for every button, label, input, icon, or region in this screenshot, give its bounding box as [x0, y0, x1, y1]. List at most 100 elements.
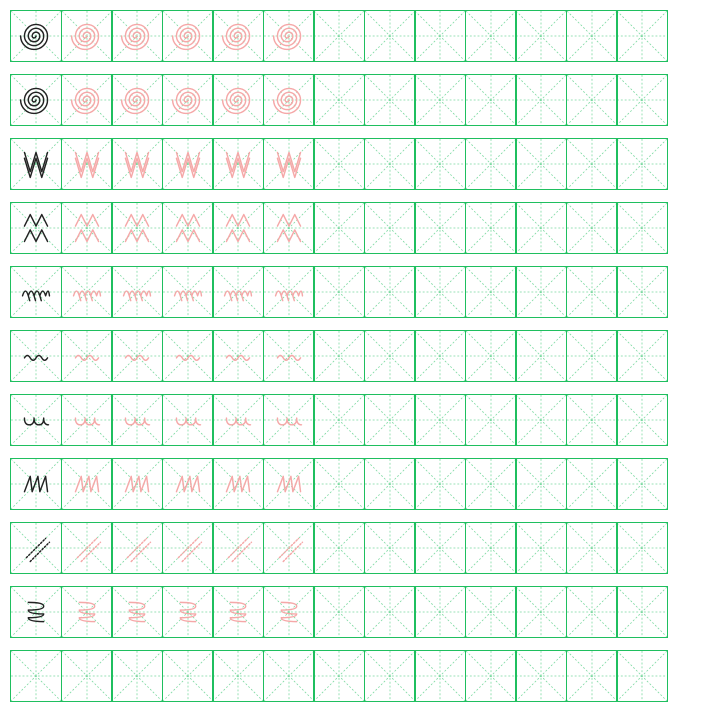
practice-cell — [566, 522, 618, 574]
practice-cell — [616, 266, 668, 318]
practice-cell — [364, 650, 416, 702]
practice-cell — [313, 138, 365, 190]
practice-cell — [111, 74, 163, 126]
practice-cell — [616, 522, 668, 574]
practice-cell — [61, 202, 113, 254]
practice-cell — [263, 394, 315, 446]
practice-cell — [212, 522, 264, 574]
practice-cell — [566, 394, 618, 446]
practice-cell — [465, 586, 517, 638]
practice-row — [10, 650, 700, 702]
practice-cell — [212, 74, 264, 126]
practice-cell — [364, 330, 416, 382]
practice-cell — [364, 586, 416, 638]
practice-cell — [465, 202, 517, 254]
practice-row — [10, 522, 700, 574]
practice-row — [10, 458, 700, 510]
practice-cell — [566, 650, 618, 702]
practice-cell — [263, 202, 315, 254]
practice-cell — [465, 458, 517, 510]
practice-cell — [10, 266, 62, 318]
practice-cell — [465, 138, 517, 190]
practice-cell — [566, 10, 618, 62]
practice-cell — [263, 330, 315, 382]
handwriting-worksheet — [10, 10, 700, 702]
practice-cell — [162, 138, 214, 190]
practice-cell — [313, 330, 365, 382]
practice-cell — [263, 522, 315, 574]
practice-cell — [61, 10, 113, 62]
practice-cell — [465, 266, 517, 318]
practice-cell — [263, 10, 315, 62]
practice-cell — [162, 202, 214, 254]
practice-cell — [616, 138, 668, 190]
practice-cell — [414, 202, 466, 254]
practice-cell — [162, 74, 214, 126]
practice-cell — [61, 74, 113, 126]
practice-cell — [212, 10, 264, 62]
practice-cell — [61, 522, 113, 574]
practice-cell — [10, 74, 62, 126]
practice-cell — [162, 650, 214, 702]
practice-cell — [515, 458, 567, 510]
practice-cell — [616, 458, 668, 510]
practice-cell — [111, 138, 163, 190]
practice-cell — [364, 74, 416, 126]
practice-cell — [414, 330, 466, 382]
practice-cell — [515, 10, 567, 62]
practice-cell — [465, 522, 517, 574]
practice-row — [10, 394, 700, 446]
practice-cell — [414, 138, 466, 190]
practice-cell — [212, 138, 264, 190]
practice-cell — [313, 266, 365, 318]
practice-cell — [414, 522, 466, 574]
practice-cell — [313, 394, 365, 446]
practice-cell — [566, 202, 618, 254]
practice-cell — [162, 330, 214, 382]
practice-cell — [263, 138, 315, 190]
practice-cell — [10, 394, 62, 446]
practice-cell — [263, 266, 315, 318]
practice-cell — [212, 650, 264, 702]
practice-cell — [414, 458, 466, 510]
practice-row — [10, 74, 700, 126]
practice-cell — [263, 458, 315, 510]
practice-cell — [414, 394, 466, 446]
practice-cell — [313, 10, 365, 62]
practice-cell — [212, 202, 264, 254]
practice-cell — [616, 10, 668, 62]
practice-cell — [616, 586, 668, 638]
practice-cell — [61, 394, 113, 446]
practice-cell — [10, 138, 62, 190]
practice-cell — [263, 586, 315, 638]
practice-cell — [263, 650, 315, 702]
practice-row — [10, 330, 700, 382]
practice-cell — [465, 74, 517, 126]
practice-cell — [364, 138, 416, 190]
practice-cell — [111, 10, 163, 62]
practice-cell — [616, 74, 668, 126]
practice-cell — [616, 330, 668, 382]
practice-cell — [566, 266, 618, 318]
practice-cell — [212, 586, 264, 638]
practice-cell — [364, 202, 416, 254]
practice-cell — [162, 394, 214, 446]
practice-cell — [111, 650, 163, 702]
practice-cell — [162, 458, 214, 510]
practice-cell — [465, 10, 517, 62]
practice-cell — [263, 74, 315, 126]
practice-cell — [515, 522, 567, 574]
practice-cell — [566, 586, 618, 638]
practice-cell — [61, 650, 113, 702]
practice-cell — [313, 522, 365, 574]
practice-cell — [566, 138, 618, 190]
practice-cell — [515, 394, 567, 446]
practice-cell — [111, 202, 163, 254]
practice-cell — [111, 522, 163, 574]
practice-cell — [515, 202, 567, 254]
practice-row — [10, 202, 700, 254]
practice-cell — [61, 330, 113, 382]
practice-cell — [10, 458, 62, 510]
practice-cell — [313, 458, 365, 510]
practice-cell — [566, 458, 618, 510]
